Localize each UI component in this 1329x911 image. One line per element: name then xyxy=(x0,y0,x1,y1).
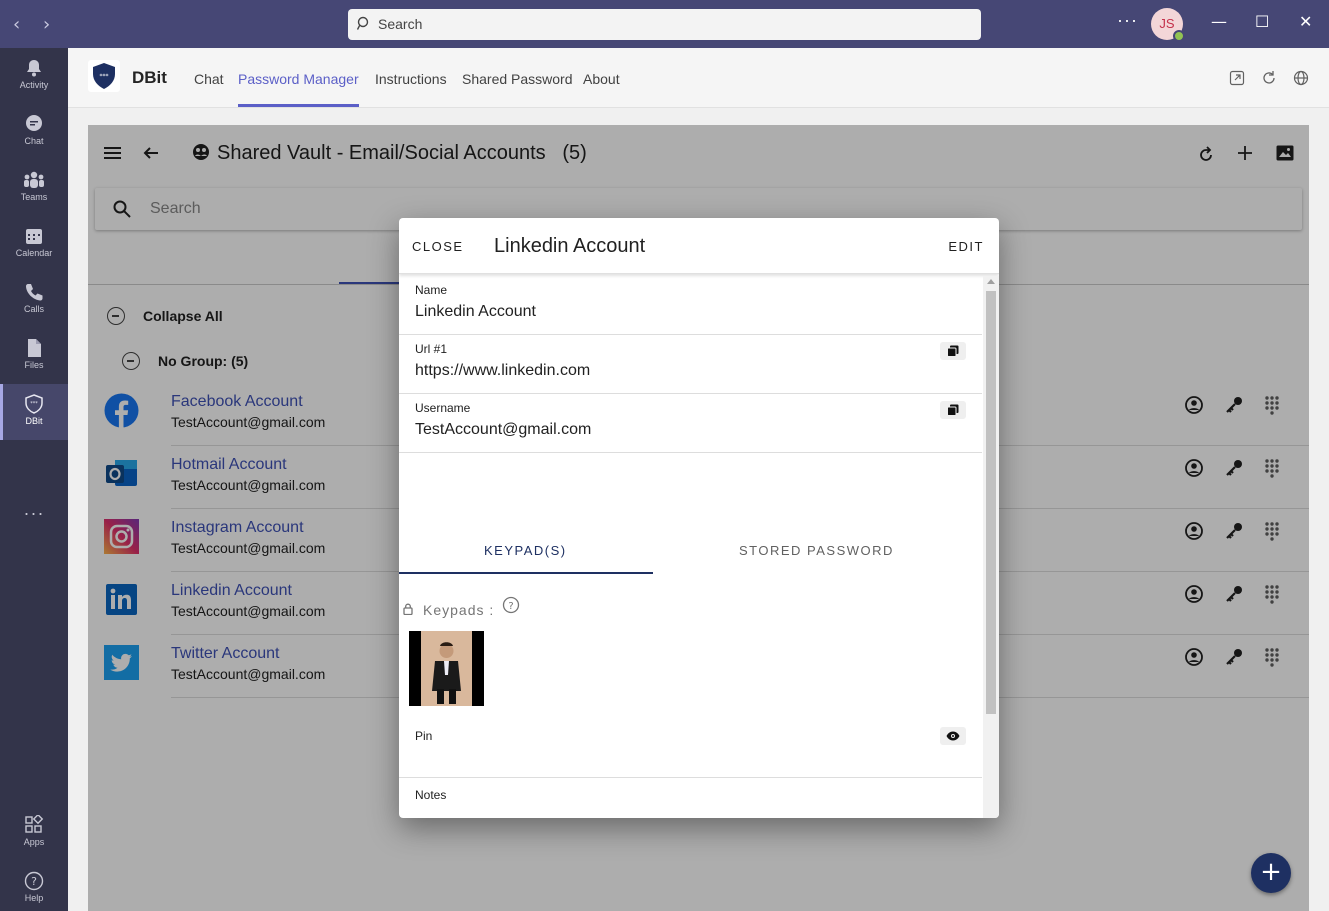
account-detail-dialog: CLOSE Linkedin Account EDIT Name Linkedi… xyxy=(399,218,999,818)
dialog-title: Linkedin Account xyxy=(494,235,646,257)
rail-item-apps[interactable]: Apps xyxy=(0,805,68,861)
chat-icon xyxy=(26,115,42,131)
rail-item-calendar[interactable]: Calendar xyxy=(0,216,68,272)
rail-item-dbit[interactable]: *** DBit xyxy=(0,384,68,440)
shield-icon: *** xyxy=(25,394,43,414)
rail-label: Apps xyxy=(23,837,45,847)
divider xyxy=(399,777,982,778)
eye-icon xyxy=(946,731,960,741)
field-value[interactable]: https://www.linkedin.com xyxy=(415,362,590,380)
field-label: Name xyxy=(415,283,448,297)
help-icon: ? xyxy=(24,871,44,891)
file-icon xyxy=(28,339,41,357)
tab-stored-password[interactable]: STORED PASSWORD xyxy=(739,543,894,558)
global-search-input[interactable]: Search xyxy=(348,9,981,40)
dialog-header: CLOSE Linkedin Account EDIT xyxy=(399,218,999,274)
rail-label: Teams xyxy=(20,192,48,202)
username-field: Username TestAccount@gmail.com xyxy=(399,394,982,453)
presence-available-icon xyxy=(1173,30,1185,42)
user-avatar[interactable]: JS xyxy=(1151,8,1185,42)
tab-chat[interactable]: Chat xyxy=(194,71,224,87)
more-options-icon[interactable]: ··· xyxy=(1117,10,1138,31)
svg-text:?: ? xyxy=(31,875,37,888)
copy-icon xyxy=(947,404,959,416)
phone-icon xyxy=(26,284,43,301)
svg-text:***: *** xyxy=(30,401,38,407)
show-pin-button[interactable] xyxy=(940,727,966,745)
pin-label: Pin xyxy=(415,729,433,743)
apps-icon xyxy=(25,815,44,833)
tab-instructions[interactable]: Instructions xyxy=(375,71,447,87)
scroll-up-arrow-icon[interactable] xyxy=(987,279,995,284)
edit-button[interactable]: EDIT xyxy=(948,239,984,254)
teams-icon xyxy=(24,171,44,188)
keypad-image-thumbnail[interactable] xyxy=(409,631,484,706)
tab-about[interactable]: About xyxy=(583,71,620,87)
popout-icon[interactable] xyxy=(1229,70,1245,86)
search-icon xyxy=(357,16,369,30)
rail-label: DBit xyxy=(25,416,43,426)
close-window-icon[interactable]: ✕ xyxy=(1299,12,1312,31)
keypads-label: Keypads : xyxy=(423,602,495,618)
rail-label: Help xyxy=(24,893,44,903)
rail-item-help[interactable]: ? Help xyxy=(0,861,68,911)
maximize-icon[interactable]: ☐ xyxy=(1255,12,1269,31)
rail-label: Chat xyxy=(24,136,44,146)
global-search-placeholder: Search xyxy=(378,16,423,32)
name-field: Name Linkedin Account xyxy=(399,276,982,335)
bell-icon xyxy=(27,60,41,77)
url-field: Url #1 https://www.linkedin.com xyxy=(399,335,982,394)
reload-icon[interactable] xyxy=(1261,70,1277,86)
left-rail: Activity Chat Teams Calendar Calls Files… xyxy=(0,48,68,911)
app-name: DBit xyxy=(132,68,167,87)
field-value: Linkedin Account xyxy=(415,303,536,320)
rail-label: Activity xyxy=(19,80,49,90)
rail-label: Calendar xyxy=(15,248,53,258)
rail-label: Files xyxy=(24,360,44,370)
add-account-fab[interactable]: + xyxy=(1251,853,1291,893)
rail-item-activity[interactable]: Activity xyxy=(0,48,68,104)
dbit-logo: *** xyxy=(88,60,120,92)
tab-keypads[interactable]: KEYPAD(S) xyxy=(484,543,567,558)
person-photo xyxy=(421,631,472,706)
avatar-initials: JS xyxy=(1159,16,1175,31)
svg-text:***: *** xyxy=(100,73,109,80)
field-label: Url #1 xyxy=(415,342,448,356)
dialog-tabs: KEYPAD(S) STORED PASSWORD xyxy=(399,516,982,574)
rail-item-files[interactable]: Files xyxy=(0,328,68,384)
copy-url-button[interactable] xyxy=(940,342,966,360)
more-apps-icon[interactable]: ··· xyxy=(0,503,68,524)
notes-label: Notes xyxy=(415,788,447,802)
minimize-icon[interactable]: — xyxy=(1211,12,1227,31)
copy-icon xyxy=(947,345,959,357)
forward-arrow-icon[interactable]: › xyxy=(43,14,50,35)
rail-item-chat[interactable]: Chat xyxy=(0,104,68,160)
copy-username-button[interactable] xyxy=(940,401,966,419)
close-button[interactable]: CLOSE xyxy=(412,239,464,254)
back-arrow-icon[interactable]: ‹ xyxy=(13,14,20,35)
title-bar: ‹ › Search ··· JS — ☐ ✕ xyxy=(0,0,1329,48)
help-icon[interactable]: ? xyxy=(502,596,520,614)
tab-indicator xyxy=(399,572,653,574)
field-label: Username xyxy=(415,401,471,415)
rail-item-teams[interactable]: Teams xyxy=(0,160,68,216)
field-value: TestAccount@gmail.com xyxy=(415,421,592,438)
dbit-shield-logo-icon: *** xyxy=(93,63,115,89)
tab-shared-password[interactable]: Shared Password xyxy=(462,71,573,87)
lock-icon xyxy=(403,603,413,615)
dialog-body: Name Linkedin Account Url #1 https://www… xyxy=(399,276,982,818)
scrollbar-thumb[interactable] xyxy=(986,291,996,714)
plus-icon: + xyxy=(1260,857,1282,887)
globe-icon[interactable] xyxy=(1293,70,1309,86)
app-header: *** DBit Chat Password Manager Instructi… xyxy=(68,48,1329,108)
rail-label: Calls xyxy=(23,304,44,314)
svg-text:?: ? xyxy=(508,601,513,612)
rail-item-calls[interactable]: Calls xyxy=(0,272,68,328)
tab-password-manager[interactable]: Password Manager xyxy=(238,71,359,107)
dialog-scrollbar[interactable] xyxy=(983,276,999,818)
calendar-icon xyxy=(26,229,42,244)
